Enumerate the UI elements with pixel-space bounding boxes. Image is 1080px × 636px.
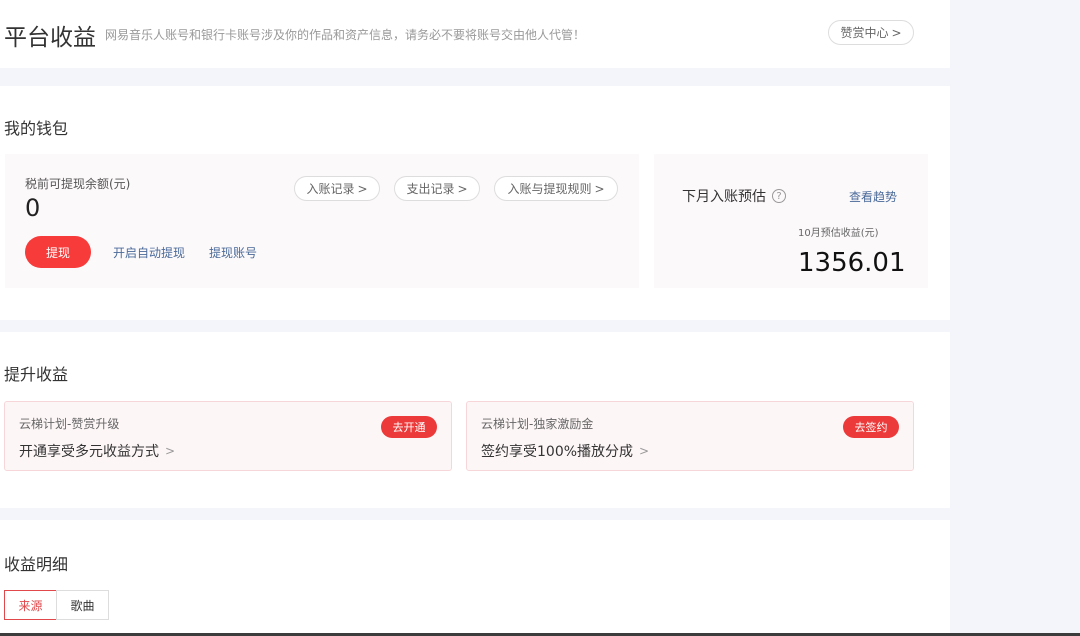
withdraw-rules-label: 入账与提现规则 bbox=[507, 182, 592, 196]
promo-text-label: 开通享受多元收益方式 bbox=[19, 444, 159, 460]
estimate-panel: 下月入账预估 ? 查看趋势 10月预估收益(元) 1356.01 bbox=[654, 154, 928, 288]
chevron-right-icon: > bbox=[891, 25, 902, 40]
page-header: 平台收益 网易音乐人账号和银行卡账号涉及你的作品和资产信息，请务必不要将账号交由… bbox=[0, 0, 950, 68]
chevron-right-icon: > bbox=[165, 444, 176, 458]
chevron-right-icon: > bbox=[639, 444, 650, 458]
estimate-title-label: 下月入账预估 bbox=[682, 189, 766, 205]
expense-records-label: 支出记录 bbox=[406, 182, 455, 196]
income-records-button[interactable]: 入账记录 > bbox=[294, 176, 380, 201]
reward-center-label: 赞赏中心 bbox=[840, 26, 889, 40]
promo-card-exclusive-incentive[interactable]: 云梯计划-独家激励金 签约享受100%播放分成 > 去签约 bbox=[466, 401, 914, 471]
details-tabs: 来源 歌曲 bbox=[4, 590, 109, 620]
right-blank-area bbox=[950, 0, 1080, 636]
estimate-value: 1356.01 bbox=[798, 248, 906, 278]
wallet-title: 我的钱包 bbox=[4, 119, 69, 138]
income-records-label: 入账记录 bbox=[306, 182, 355, 196]
chevron-right-icon: > bbox=[457, 181, 468, 196]
help-icon[interactable]: ? bbox=[772, 189, 786, 203]
withdraw-rules-button[interactable]: 入账与提现规则 > bbox=[494, 176, 618, 201]
withdraw-account-link[interactable]: 提现账号 bbox=[209, 244, 257, 261]
balance-label: 税前可提现余额(元) bbox=[25, 177, 131, 191]
month-estimate-label: 10月预估收益(元) bbox=[798, 228, 879, 239]
tab-source[interactable]: 来源 bbox=[4, 590, 57, 620]
balance-value: 0 bbox=[25, 194, 41, 222]
promo-label: 云梯计划-独家激励金 bbox=[481, 417, 594, 431]
details-section: 收益明细 来源 歌曲 bbox=[0, 520, 950, 636]
promo-text-label: 签约享受100%播放分成 bbox=[481, 444, 634, 460]
page-subtitle: 网易音乐人账号和银行卡账号涉及你的作品和资产信息，请务必不要将账号交由他人代管！ bbox=[105, 28, 586, 42]
promo-card-reward-upgrade[interactable]: 云梯计划-赞赏升级 开通享受多元收益方式 > 去开通 bbox=[4, 401, 452, 471]
wallet-section: 我的钱包 税前可提现余额(元) 0 入账记录 > 支出记录 > 入账与提现规则 … bbox=[0, 86, 950, 320]
chevron-right-icon: > bbox=[594, 181, 605, 196]
auto-withdraw-link[interactable]: 开启自动提现 bbox=[113, 244, 185, 261]
balance-panel: 税前可提现余额(元) 0 入账记录 > 支出记录 > 入账与提现规则 > 提现 … bbox=[5, 154, 639, 288]
boost-section: 提升收益 云梯计划-赞赏升级 开通享受多元收益方式 > 去开通 云梯计划-独家激… bbox=[0, 332, 950, 508]
expense-records-button[interactable]: 支出记录 > bbox=[394, 176, 480, 201]
main-content: 平台收益 网易音乐人账号和银行卡账号涉及你的作品和资产信息，请务必不要将账号交由… bbox=[0, 0, 950, 636]
reward-center-button[interactable]: 赞赏中心 > bbox=[828, 20, 914, 45]
estimate-title: 下月入账预估 ? bbox=[682, 186, 786, 206]
chevron-right-icon: > bbox=[357, 181, 368, 196]
tab-songs[interactable]: 歌曲 bbox=[56, 590, 109, 620]
view-trend-link[interactable]: 查看趋势 bbox=[849, 188, 897, 205]
promo-text[interactable]: 签约享受100%播放分成 > bbox=[481, 441, 649, 461]
page-title: 平台收益 bbox=[4, 25, 96, 51]
boost-title: 提升收益 bbox=[4, 365, 69, 384]
promo-text[interactable]: 开通享受多元收益方式 > bbox=[19, 441, 175, 461]
promo-label: 云梯计划-赞赏升级 bbox=[19, 417, 120, 431]
withdraw-button[interactable]: 提现 bbox=[25, 236, 91, 268]
sign-button[interactable]: 去签约 bbox=[843, 416, 899, 438]
activate-button[interactable]: 去开通 bbox=[381, 416, 437, 438]
details-title: 收益明细 bbox=[4, 555, 69, 574]
